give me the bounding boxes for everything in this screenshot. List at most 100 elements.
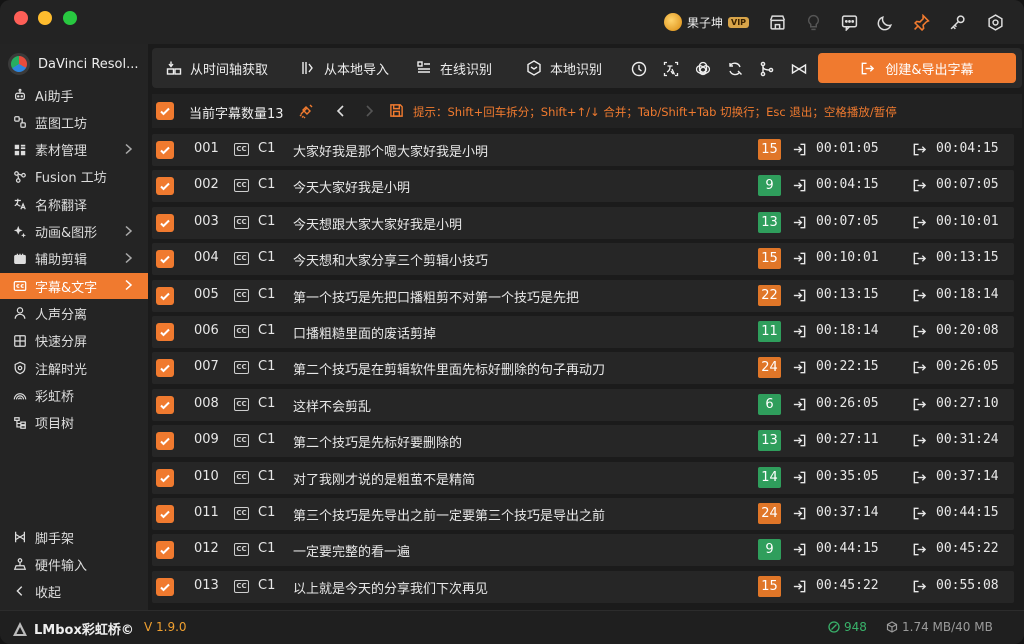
subtitle-row[interactable]: 005 CC C1 第一个技巧是先把口播粗剪不对第一个技巧是先把 22 00:13:15 0…: [152, 279, 1014, 312]
subtitle-text[interactable]: 以上就是今天的分享我们下次再见: [293, 578, 488, 597]
start-time[interactable]: 00:18:14: [816, 323, 879, 338]
from-local-button[interactable]: 从本地导入: [300, 57, 389, 79]
store-icon[interactable]: [767, 12, 787, 32]
end-time[interactable]: 00:18:14: [936, 287, 999, 302]
merge-icon[interactable]: [790, 60, 807, 77]
subtitle-text[interactable]: 第二个技巧是在剪辑软件里面先标好删除的句子再动刀: [293, 359, 605, 378]
prev-page-chevron-icon[interactable]: [334, 103, 348, 119]
maximize-window-button[interactable]: [63, 11, 77, 25]
minimize-window-button[interactable]: [38, 11, 52, 25]
subtitle-row[interactable]: 003 CC C1 今天想跟大家大家好我是小明 13 00:07:05 00:10:01: [152, 206, 1014, 239]
clock-icon[interactable]: [630, 60, 647, 77]
end-time[interactable]: 00:04:15: [936, 141, 999, 156]
subtitle-text[interactable]: 一定要完整的看一遍: [293, 541, 410, 560]
refresh-search-icon[interactable]: [726, 60, 743, 77]
subtitle-row[interactable]: 012 CC C1 一定要完整的看一遍 9 00:44:15 00:45:22: [152, 534, 1014, 567]
subtitle-text[interactable]: 今天大家好我是小明: [293, 177, 410, 196]
sidebar-item-voice[interactable]: 人声分离: [0, 300, 148, 326]
start-time[interactable]: 00:26:05: [816, 396, 879, 411]
subtitle-text[interactable]: 对了我刚才说的是粗茧不是精简: [293, 469, 475, 488]
subtitle-row[interactable]: 010 CC C1 对了我刚才说的是粗茧不是精简 14 00:35:05 00:37:14: [152, 461, 1014, 494]
start-time[interactable]: 00:01:05: [816, 141, 879, 156]
branch-icon[interactable]: [758, 60, 775, 77]
sidebar-item-hardware[interactable]: 硬件输入: [0, 551, 148, 577]
sidebar-item-collapse[interactable]: 收起: [0, 578, 148, 604]
row-checkbox[interactable]: [156, 359, 174, 378]
end-time[interactable]: 00:37:14: [936, 469, 999, 484]
sidebar-item-tree[interactable]: 项目树: [0, 410, 148, 436]
from-timeline-button[interactable]: 从时间轴获取: [166, 57, 268, 79]
user-profile[interactable]: 果子坤 VIP: [664, 11, 750, 33]
subtitle-row[interactable]: 013 CC C1 以上就是今天的分享我们下次再见 15 00:45:22 00:55:08: [152, 570, 1014, 603]
settings-icon[interactable]: [985, 12, 1005, 32]
row-checkbox[interactable]: [156, 286, 174, 305]
subtitle-text[interactable]: 口播粗糙里面的废话剪掉: [293, 323, 436, 342]
chat-icon[interactable]: [839, 12, 859, 32]
row-checkbox[interactable]: [156, 395, 174, 414]
start-time[interactable]: 00:07:05: [816, 214, 879, 229]
start-time[interactable]: 00:04:15: [816, 177, 879, 192]
subtitle-text[interactable]: 大家好我是那个嗯大家好我是小明: [293, 141, 488, 160]
row-checkbox[interactable]: [156, 141, 174, 159]
next-page-chevron-icon[interactable]: [362, 103, 376, 119]
start-time[interactable]: 00:22:15: [816, 359, 879, 374]
end-time[interactable]: 00:45:22: [936, 541, 999, 556]
sidebar-item-ai[interactable]: Ai助手: [0, 82, 148, 108]
start-time[interactable]: 00:45:22: [816, 578, 879, 593]
row-checkbox[interactable]: [156, 468, 174, 487]
sidebar-item-fusion[interactable]: Fusion 工坊: [0, 164, 148, 190]
online-recognize-button[interactable]: 在线识别: [416, 57, 492, 79]
sidebar-item-subtitle[interactable]: 字幕&文字: [0, 273, 148, 300]
translate-tool-icon[interactable]: [662, 60, 679, 77]
sidebar-header[interactable]: DaVinci Resol...: [8, 53, 139, 75]
end-time[interactable]: 00:27:10: [936, 396, 999, 411]
start-time[interactable]: 00:27:11: [816, 432, 879, 447]
end-time[interactable]: 00:10:01: [936, 214, 999, 229]
sidebar-item-rainbow[interactable]: 彩虹桥: [0, 382, 148, 408]
subtitle-row[interactable]: 008 CC C1 这样不会剪乱 6 00:26:05 00:27:10: [152, 388, 1014, 421]
subtitle-row[interactable]: 002 CC C1 今天大家好我是小明 9 00:04:15 00:07:05: [152, 170, 1014, 203]
subtitle-text[interactable]: 这样不会剪乱: [293, 396, 371, 415]
sidebar-item-blueprint[interactable]: 蓝图工坊: [0, 109, 148, 135]
create-export-subtitles-button[interactable]: 创建&导出字幕: [818, 53, 1016, 83]
row-checkbox[interactable]: [156, 177, 174, 196]
sidebar-item-animation[interactable]: 动画&图形: [0, 219, 148, 245]
subtitle-text[interactable]: 第一个技巧是先把口播粗剪不对第一个技巧是先把: [293, 287, 579, 306]
start-time[interactable]: 00:37:14: [816, 505, 879, 520]
end-time[interactable]: 00:26:05: [936, 359, 999, 374]
subtitle-row[interactable]: 001 CC C1 大家好我是那个嗯大家好我是小明 15 00:01:05 00:04:15: [152, 134, 1014, 166]
subtitle-text[interactable]: 今天想跟大家大家好我是小明: [293, 214, 462, 233]
subtitle-row[interactable]: 007 CC C1 第二个技巧是在剪辑软件里面先标好删除的句子再动刀 24 00:22:1…: [152, 352, 1014, 385]
sidebar-item-scaffold[interactable]: 脚手架: [0, 524, 148, 550]
row-checkbox[interactable]: [156, 541, 174, 560]
end-time[interactable]: 00:13:15: [936, 250, 999, 265]
sidebar-item-media[interactable]: 素材管理: [0, 137, 148, 163]
subtitle-row[interactable]: 004 CC C1 今天想和大家分享三个剪辑小技巧 15 00:10:01 00:13:15: [152, 243, 1014, 276]
end-time[interactable]: 00:55:08: [936, 578, 999, 593]
sidebar-item-note[interactable]: 注解时光: [0, 355, 148, 381]
subtitle-row[interactable]: 006 CC C1 口播粗糙里面的废话剪掉 11 00:18:14 00:20:08: [152, 316, 1014, 348]
sidebar-item-edit[interactable]: 辅助剪辑: [0, 246, 148, 272]
row-checkbox[interactable]: [156, 505, 174, 523]
start-time[interactable]: 00:35:05: [816, 469, 879, 484]
row-checkbox[interactable]: [156, 432, 174, 451]
start-time[interactable]: 00:10:01: [816, 250, 879, 265]
start-time[interactable]: 00:13:15: [816, 287, 879, 302]
row-checkbox[interactable]: [156, 250, 174, 269]
start-time[interactable]: 00:44:15: [816, 541, 879, 556]
subtitle-text[interactable]: 第二个技巧是先标好要删除的: [293, 432, 462, 451]
subtitle-row[interactable]: 009 CC C1 第二个技巧是先标好要删除的 13 00:27:11 00:31:24: [152, 425, 1014, 458]
close-window-button[interactable]: [14, 11, 28, 25]
subtitle-row[interactable]: 011 CC C1 第三个技巧是先导出之前一定要第三个技巧是导出之前 24 00:37:1…: [152, 498, 1014, 530]
subtitle-text[interactable]: 今天想和大家分享三个剪辑小技巧: [293, 250, 488, 269]
row-checkbox[interactable]: [156, 577, 174, 596]
row-checkbox[interactable]: [156, 323, 174, 341]
key-icon[interactable]: [947, 12, 967, 32]
local-recognize-button[interactable]: 本地识别: [526, 57, 602, 79]
pin-icon[interactable]: [911, 12, 931, 32]
save-icon[interactable]: [389, 103, 404, 118]
end-time[interactable]: 00:44:15: [936, 505, 999, 520]
row-checkbox[interactable]: [156, 213, 174, 232]
end-time[interactable]: 00:20:08: [936, 323, 999, 338]
ai-openai-icon[interactable]: [694, 60, 711, 77]
